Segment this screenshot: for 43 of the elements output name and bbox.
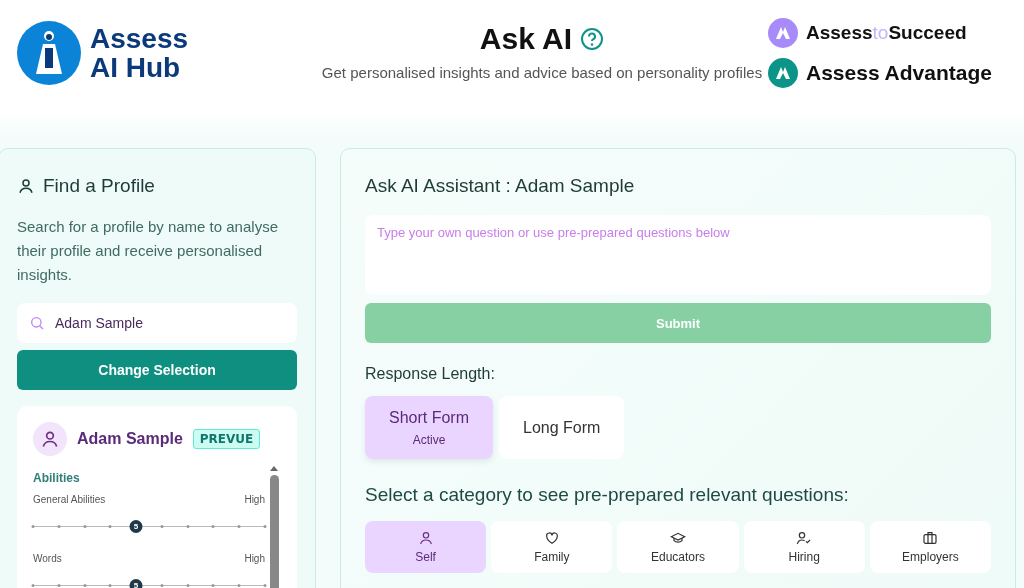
scroll-up-icon[interactable] [270, 466, 278, 471]
heart-icon [543, 530, 560, 546]
question-field[interactable]: Type your own question or use pre-prepared questions below [365, 215, 991, 295]
brand-logo-icon [768, 18, 798, 48]
category-tab[interactable]: Employers [869, 521, 991, 573]
category-label: Select a category to see pre-prepared relevant questions: [365, 484, 850, 506]
person-check-icon [796, 530, 813, 546]
search-icon [29, 315, 45, 331]
help-icon[interactable] [580, 27, 605, 51]
graduation-cap-icon [670, 530, 686, 546]
brand-name: AssesstoSucceed [806, 22, 967, 44]
person-icon [17, 177, 35, 195]
trait-rating: High [244, 553, 265, 564]
panel-description: Search for a profile by name to analyse their profile and receive personalised insights. [17, 217, 279, 285]
section-heading: Abilities [33, 471, 81, 485]
avatar-icon [33, 422, 67, 456]
panel-title: Find a Profile [43, 175, 155, 197]
panel-title: Ask AI Assistant : Adam Sample [365, 175, 636, 197]
score-thumb: 5 [129, 520, 143, 533]
trait-name: Words [33, 553, 62, 564]
logo-text: Assess [90, 24, 189, 53]
person-icon [417, 530, 434, 546]
category-tab[interactable]: Educators [617, 521, 739, 573]
page-subtitle: Get personalised insights and advice based on personality profiles [321, 64, 763, 81]
length-option[interactable]: Long Form [499, 396, 625, 459]
page-title: Ask AI [479, 22, 573, 56]
category-tab[interactable]: Hiring [743, 521, 865, 573]
logo-icon [16, 20, 82, 86]
category-tab[interactable]: Family [491, 521, 613, 573]
brand-logo-icon [768, 58, 798, 88]
trait-rating: High [244, 494, 265, 505]
brand-name: Assess Advantage [806, 61, 992, 85]
category-tab[interactable]: Self [365, 521, 487, 573]
logo-text: AI Hub [90, 53, 182, 82]
change-selection-button[interactable]: Change Selection [17, 350, 297, 390]
score-thumb: 5 [129, 579, 143, 588]
trait-name: General Abilities [33, 494, 106, 505]
length-option[interactable]: Short Form Active [365, 396, 493, 459]
profile-badge: PREVUE [192, 429, 261, 449]
response-length-label: Response Length: [365, 365, 496, 383]
briefcase-icon [922, 530, 939, 546]
profile-name: Adam Sample [77, 430, 183, 448]
search-field[interactable]: Adam Sample [17, 303, 297, 343]
